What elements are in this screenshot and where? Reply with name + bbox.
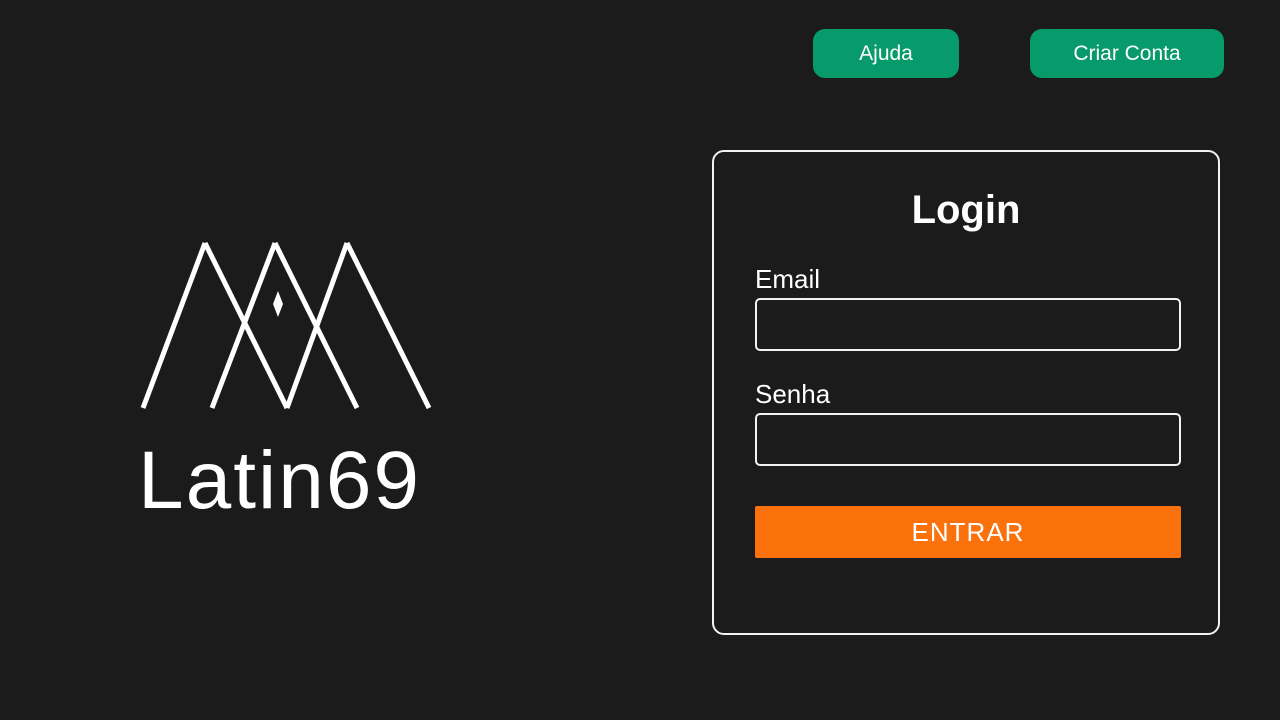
email-field[interactable] (755, 298, 1181, 351)
email-label: Email (755, 264, 821, 294)
password-label: Senha (755, 379, 831, 409)
login-page: Ajuda Criar Conta Latin69 Login Email Se… (0, 0, 1280, 720)
help-button[interactable]: Ajuda (813, 29, 959, 78)
mountain-lines-icon (140, 241, 432, 410)
login-title: Login (911, 188, 1021, 232)
login-submit-button[interactable]: ENTRAR (755, 506, 1181, 558)
create-account-button[interactable]: Criar Conta (1030, 29, 1224, 78)
brand-name: Latin69 (138, 435, 422, 526)
password-field[interactable] (755, 413, 1181, 466)
